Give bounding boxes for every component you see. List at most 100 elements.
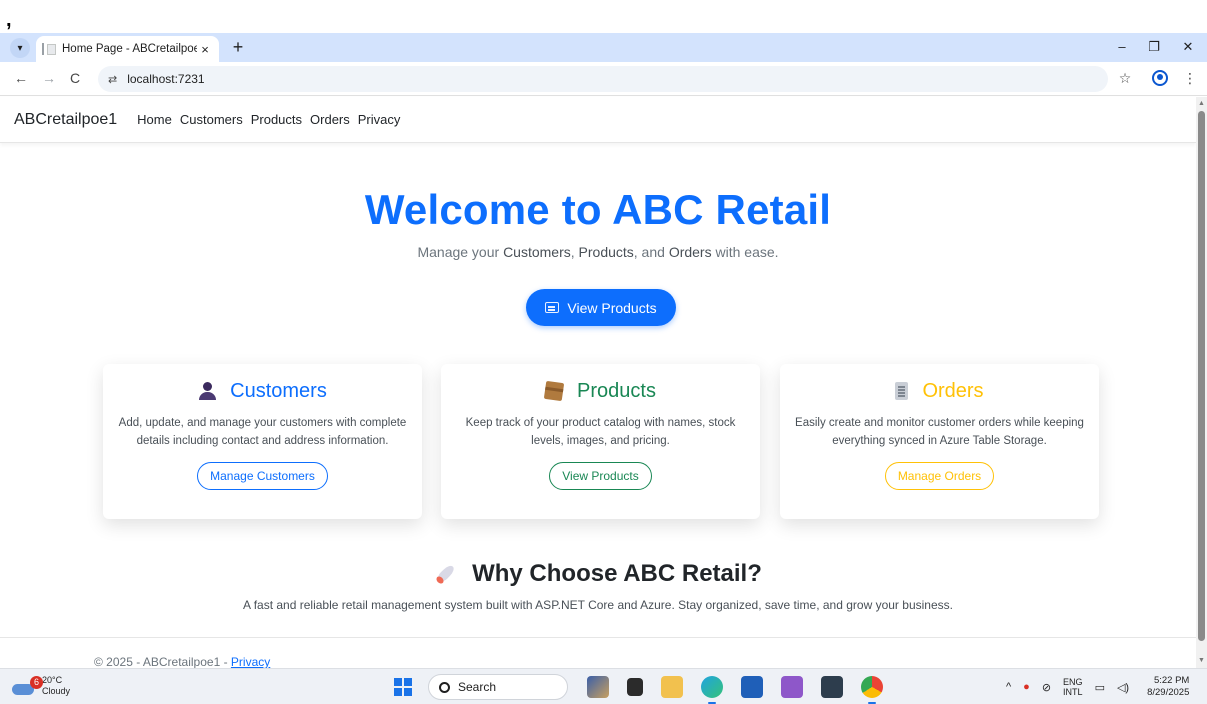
subtitle-customers: Customers — [503, 244, 571, 260]
card-description: Add, update, and manage your customers w… — [118, 417, 407, 447]
taskbar-app-icon[interactable] — [627, 678, 643, 696]
taskbar-apps: Search — [388, 674, 892, 704]
url-text: localhost:7231 — [127, 72, 205, 86]
card-heading: Customers — [103, 378, 422, 404]
stray-comma: , — [6, 9, 12, 31]
store-icon[interactable] — [741, 676, 763, 698]
search-icon — [439, 681, 450, 693]
windows-start-icon[interactable] — [394, 678, 412, 696]
window-minimize-button[interactable]: – — [1112, 39, 1132, 54]
manage-orders-button[interactable]: Manage Orders — [884, 462, 995, 490]
windows-taskbar: 6 20°C Cloudy Search ^ ● ⊘ ENG INTL ▭ ◁)… — [0, 668, 1207, 704]
card-description: Keep track of your product catalog with … — [465, 417, 736, 447]
tab-close-icon[interactable]: × — [197, 42, 213, 57]
browser-toolbar: ← → C ⇄ localhost:7231 ☆ ⋮ — [0, 62, 1207, 96]
card-heading: Products — [441, 378, 760, 404]
taskbar-clock[interactable]: 5:22 PM 8/29/2025 — [1147, 675, 1189, 699]
site-info-icon[interactable]: ⇄ — [108, 73, 117, 86]
products-card: Products Keep track of your product cata… — [441, 364, 760, 519]
nav-link-privacy[interactable]: Privacy — [358, 112, 401, 127]
lang-layout: INTL — [1063, 687, 1083, 697]
tab-title: Home Page - ABCretailpoe1 — [62, 43, 197, 55]
package-icon — [543, 380, 565, 402]
scroll-down-icon[interactable]: ▼ — [1198, 657, 1205, 664]
site-navbar: ABCretailpoe1 Home Customers Products Or… — [0, 97, 1196, 143]
why-description: A fast and reliable retail management sy… — [243, 598, 953, 612]
reload-icon[interactable]: C — [66, 70, 84, 86]
rocket-icon — [434, 562, 458, 586]
card-title: Customers — [230, 379, 327, 402]
page-favicon-icon — [42, 43, 56, 55]
window-restore-button[interactable]: ❐ — [1144, 39, 1164, 55]
chrome-browser-icon[interactable] — [861, 676, 883, 704]
manage-customers-button[interactable]: Manage Customers — [197, 462, 328, 490]
profile-avatar-icon[interactable] — [1152, 70, 1168, 86]
card-description: Easily create and monitor customer order… — [795, 417, 1084, 447]
page-scrollbar[interactable]: ▲ ▼ — [1196, 97, 1207, 668]
visual-studio-icon[interactable] — [781, 676, 803, 698]
temperature: 20°C — [42, 675, 63, 685]
window-close-button[interactable]: ✕ — [1178, 39, 1198, 55]
taskbar-search[interactable]: Search — [428, 674, 568, 700]
card-title: Orders — [922, 379, 984, 402]
subtitle-text: Manage your — [417, 244, 504, 260]
weather-widget[interactable]: 6 20°C Cloudy — [10, 675, 70, 697]
subtitle-products: Products — [578, 244, 634, 260]
card-title: Products — [577, 379, 656, 402]
browser-tab-active[interactable]: Home Page - ABCretailpoe1 × — [36, 36, 219, 62]
lang-code: ENG — [1063, 677, 1083, 687]
tray-status-icon[interactable]: ⊘ — [1042, 681, 1051, 694]
why-heading: Why Choose ABC Retail? — [0, 560, 1196, 588]
view-products-cta-button[interactable]: View Products — [526, 289, 676, 326]
system-tray: ^ ● ⊘ ENG INTL ▭ ◁) 5:22 PM 8/29/2025 — [1000, 675, 1189, 699]
back-icon[interactable]: ← — [12, 70, 30, 86]
subtitle-text: , and — [633, 244, 669, 260]
nav-link-orders[interactable]: Orders — [310, 112, 350, 127]
hero-subtitle: Manage your Customers, Products, and Ord… — [0, 244, 1196, 260]
terminal-icon[interactable] — [821, 676, 843, 698]
subtitle-text: with ease. — [711, 244, 779, 260]
document-icon — [895, 382, 909, 400]
taskbar-app-icon[interactable] — [587, 676, 609, 698]
catalog-icon — [545, 302, 560, 313]
site-footer: © 2025 - ABCretailpoe1 - Privacy — [0, 637, 1196, 669]
search-label: Search — [458, 680, 497, 694]
orders-card: Orders Easily create and monitor custome… — [780, 364, 1099, 519]
scroll-up-icon[interactable]: ▲ — [1198, 100, 1205, 107]
view-products-button[interactable]: View Products — [549, 462, 652, 490]
edge-browser-icon[interactable] — [701, 676, 723, 704]
footer-privacy-link[interactable]: Privacy — [231, 655, 270, 669]
why-title: Why Choose ABC Retail? — [472, 560, 762, 587]
file-explorer-icon[interactable] — [661, 676, 683, 698]
weather-text: 20°C Cloudy — [42, 675, 70, 697]
person-icon — [198, 382, 217, 400]
brand-link[interactable]: ABCretailpoe1 — [14, 111, 117, 129]
volume-icon[interactable]: ◁) — [1117, 681, 1129, 694]
screen: , ▾ Home Page - ABCretailpoe1 × + – ❐ ✕ … — [0, 0, 1207, 704]
address-bar[interactable]: ⇄ localhost:7231 — [98, 66, 1108, 92]
language-indicator[interactable]: ENG INTL — [1063, 677, 1083, 697]
footer-copyright: © 2025 - ABCretailpoe1 - — [94, 655, 231, 669]
cta-label: View Products — [567, 299, 657, 316]
forward-icon[interactable]: → — [40, 70, 58, 86]
clock-time: 5:22 PM — [1153, 675, 1190, 686]
browser-tabstrip: ▾ Home Page - ABCretailpoe1 × + – ❐ ✕ — [0, 33, 1207, 62]
subtitle-text: , — [570, 244, 579, 260]
tab-search-button[interactable]: ▾ — [10, 38, 30, 58]
notification-badge: 6 — [30, 676, 43, 689]
weather-condition: Cloudy — [42, 686, 71, 696]
bookmark-star-icon[interactable]: ☆ — [1116, 70, 1134, 87]
scroll-thumb[interactable] — [1198, 111, 1205, 641]
tray-app-icon[interactable]: ● — [1023, 681, 1030, 693]
browser-menu-icon[interactable]: ⋮ — [1181, 70, 1199, 87]
nav-link-products[interactable]: Products — [251, 112, 302, 127]
cloud-icon: 6 — [10, 676, 43, 696]
subtitle-orders: Orders — [668, 244, 712, 260]
tray-overflow-icon[interactable]: ^ — [1006, 681, 1011, 693]
new-tab-button[interactable]: + — [228, 36, 248, 58]
hero-title: Welcome to ABC Retail — [364, 186, 832, 233]
nav-link-home[interactable]: Home — [137, 112, 172, 127]
network-icon[interactable]: ▭ — [1095, 681, 1105, 694]
nav-link-customers[interactable]: Customers — [180, 112, 243, 127]
card-heading: Orders — [780, 378, 1099, 404]
